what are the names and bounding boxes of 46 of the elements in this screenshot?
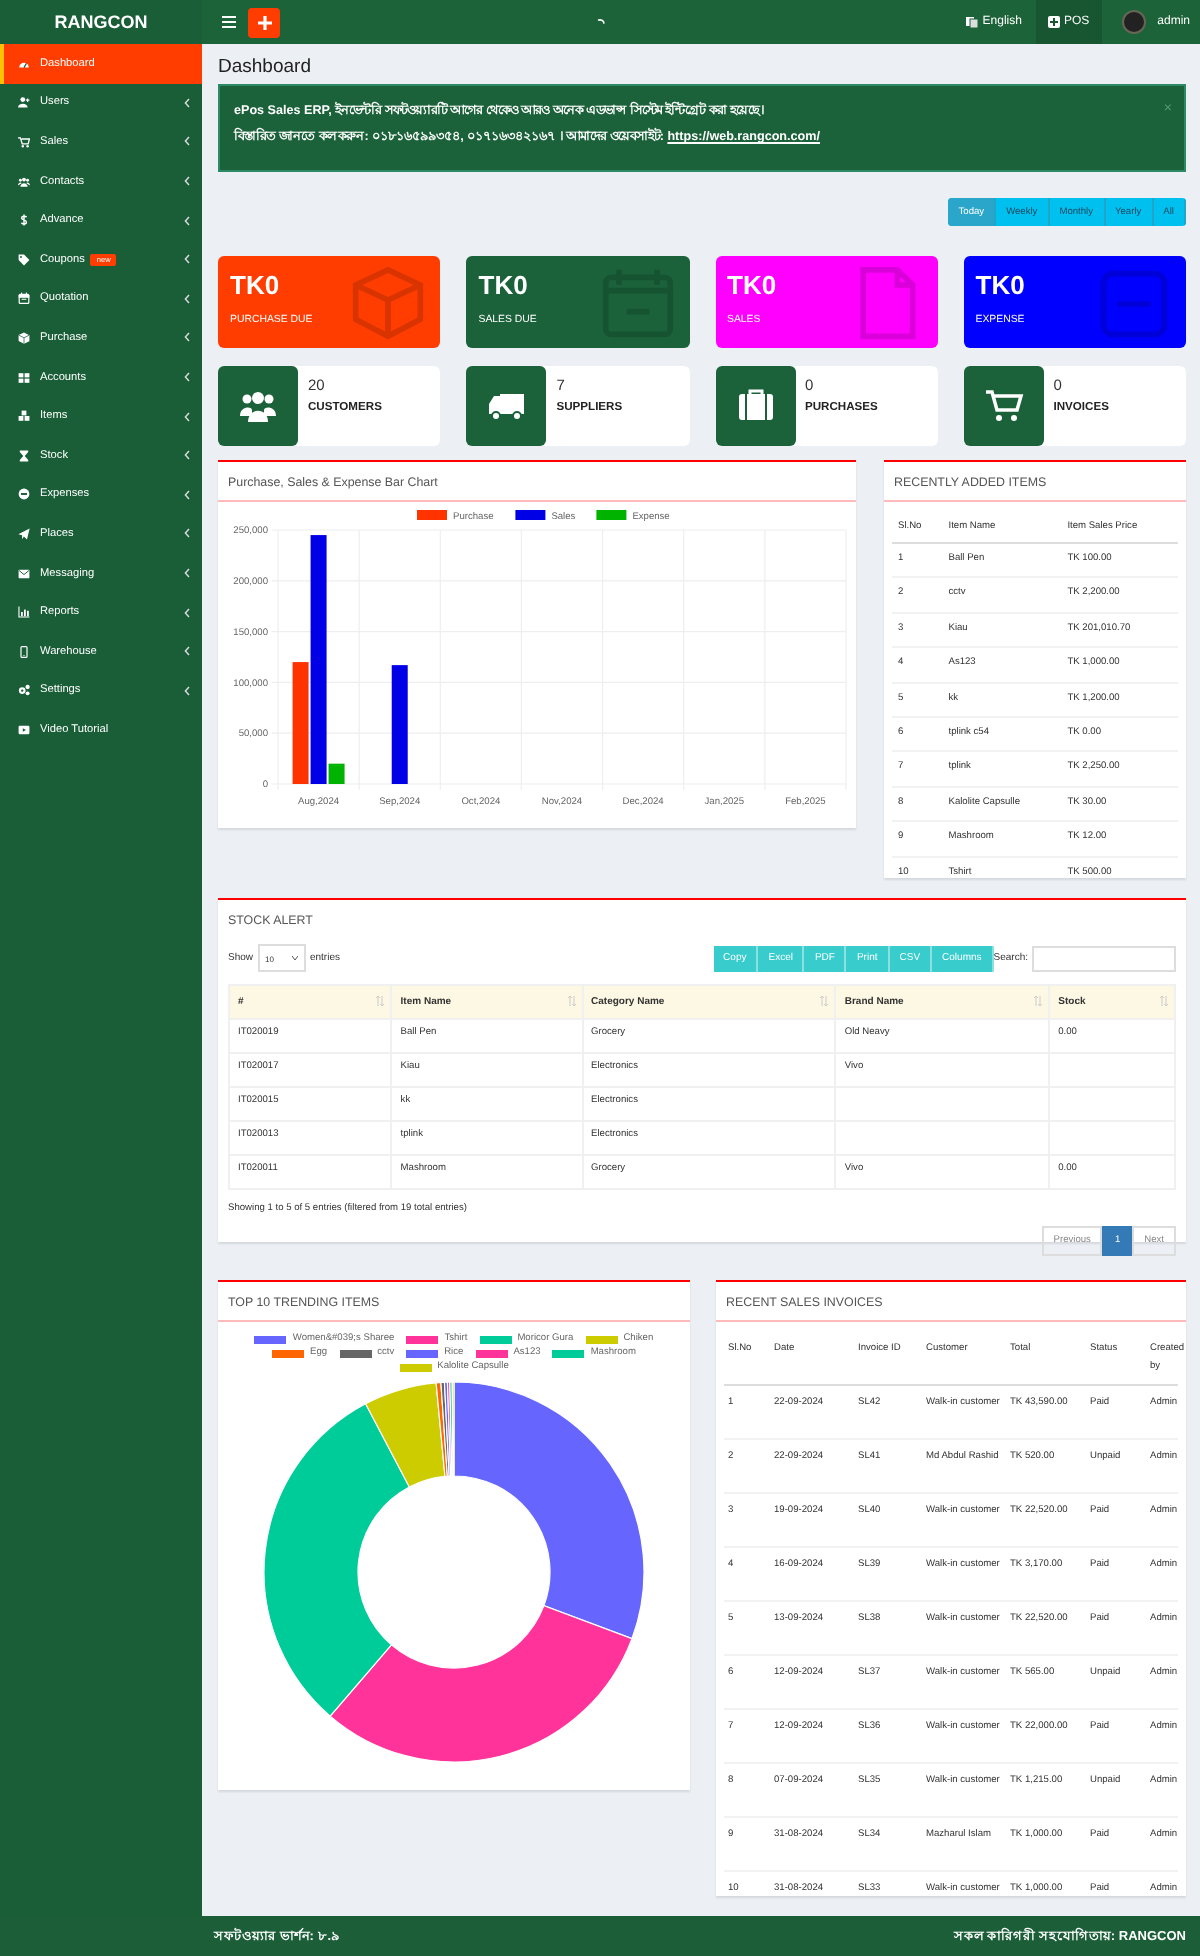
users-icon: [238, 386, 278, 426]
caret-icon: [291, 956, 298, 960]
page-title: Dashboard: [218, 56, 313, 78]
gears-icon: [18, 684, 30, 697]
envelope-icon: [18, 567, 30, 580]
user-plus-icon: [18, 96, 30, 109]
legend-swatch: [515, 510, 546, 520]
plus-square-icon: [1047, 16, 1060, 28]
user-avatar[interactable]: [1121, 10, 1146, 34]
minus-square-icon: [1096, 266, 1172, 342]
add-button[interactable]: [248, 7, 280, 37]
grid-icon: [18, 371, 30, 384]
calendar-icon: [18, 292, 30, 305]
stat-amount: TK0: [727, 272, 779, 300]
briefcase-icon: [735, 386, 775, 426]
gauge-icon: [18, 57, 30, 70]
stat-amount: TK0: [975, 272, 1027, 300]
hourglass-icon: [18, 449, 30, 462]
menu-icon[interactable]: [222, 16, 236, 28]
cart-icon: [983, 386, 1024, 426]
phone-icon: [18, 645, 30, 658]
sort-icon: [376, 996, 385, 1006]
minus-circle-icon: [18, 488, 30, 501]
video-icon: [18, 723, 30, 736]
cube-icon: [18, 331, 30, 344]
language-icon: [966, 16, 979, 28]
users-icon: [18, 175, 30, 188]
tag-icon: [18, 253, 30, 266]
cubes-icon: [18, 410, 30, 423]
brand-logo[interactable]: RANGCON: [0, 0, 202, 44]
bar-chart-icon: [18, 606, 30, 619]
cart-icon: [18, 135, 30, 148]
sort-icon: [820, 996, 829, 1006]
plus-icon: [257, 15, 271, 29]
cube-icon: [350, 266, 427, 342]
dollar-icon: [18, 214, 30, 227]
bar: [391, 665, 408, 784]
legend-swatch: [596, 510, 627, 520]
spinner-icon: [596, 17, 606, 27]
sort-icon: [1034, 996, 1043, 1006]
sort-icon: [567, 996, 576, 1006]
legend-swatch: [417, 510, 447, 520]
paper-plane-icon: [18, 527, 30, 540]
stat-amount: TK0: [478, 272, 530, 300]
stat-amount: TK0: [230, 272, 282, 300]
search-field[interactable]: [1032, 945, 1176, 971]
